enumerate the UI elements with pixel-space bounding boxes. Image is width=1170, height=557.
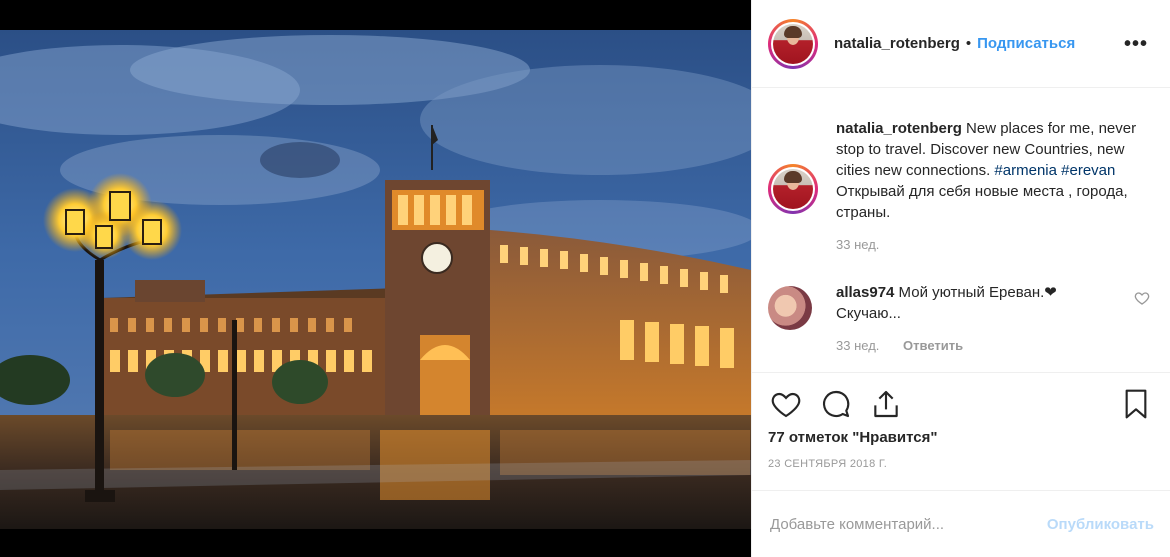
comment-item: allas974 Мой уютный Ереван.❤ Скучаю... 3… xyxy=(768,282,1154,353)
hashtag-armenia[interactable]: #armenia xyxy=(994,162,1057,179)
comment-avatar[interactable] xyxy=(768,286,812,330)
caption-text: natalia_rotenberg New places for me, nev… xyxy=(836,118,1154,223)
caption-avatar[interactable] xyxy=(768,164,818,214)
comment-meta: 33 нед. Ответить xyxy=(836,338,1154,353)
caption-meta: 33 нед. xyxy=(836,237,1154,252)
photo-yerevan-square xyxy=(0,30,751,529)
caption-time[interactable]: 33 нед. xyxy=(836,237,879,252)
post-view: natalia_rotenberg • Подписаться ••• nata… xyxy=(0,0,1170,557)
caption-text-2: Открывай для себя новые места , города, … xyxy=(836,183,1128,221)
comment-time[interactable]: 33 нед. xyxy=(836,338,879,353)
photo-panel xyxy=(0,0,751,557)
follow-button[interactable]: Подписаться xyxy=(977,35,1075,52)
comment-username[interactable]: allas974 xyxy=(836,284,894,301)
hashtag-erevan[interactable]: #erevan xyxy=(1061,162,1115,179)
comment-text: allas974 Мой уютный Ереван.❤ Скучаю... xyxy=(836,282,1154,324)
add-comment-bar: Опубликовать xyxy=(752,490,1170,557)
avatar[interactable] xyxy=(768,18,818,69)
post-photo[interactable] xyxy=(0,30,751,529)
bookmark-icon[interactable] xyxy=(1118,386,1154,422)
post-sidebar: natalia_rotenberg • Подписаться ••• nata… xyxy=(751,0,1170,557)
action-icons xyxy=(768,373,1154,435)
post-header: natalia_rotenberg • Подписаться ••• xyxy=(752,0,1170,88)
publish-button[interactable]: Опубликовать xyxy=(1047,516,1154,533)
reply-button[interactable]: Ответить xyxy=(903,338,963,353)
comment-icon[interactable] xyxy=(818,386,854,422)
post-username[interactable]: natalia_rotenberg xyxy=(834,35,960,52)
comments-list: natalia_rotenberg New places for me, nev… xyxy=(752,88,1170,372)
post-date[interactable]: 23 СЕНТЯБРЯ 2018 Г. xyxy=(768,458,1154,470)
heart-icon[interactable] xyxy=(768,386,804,422)
comment-input[interactable] xyxy=(768,514,1047,534)
likes-count[interactable]: 77 отметок "Нравится" xyxy=(768,429,1154,446)
separator-dot: • xyxy=(965,35,972,52)
more-icon[interactable]: ••• xyxy=(1124,34,1148,54)
share-icon[interactable] xyxy=(868,386,904,422)
caption-username[interactable]: natalia_rotenberg xyxy=(836,120,962,137)
small-heart-icon[interactable] xyxy=(1134,290,1150,306)
post-actions: 77 отметок "Нравится" 23 СЕНТЯБРЯ 2018 Г… xyxy=(752,372,1170,490)
caption: natalia_rotenberg New places for me, nev… xyxy=(768,118,1154,252)
